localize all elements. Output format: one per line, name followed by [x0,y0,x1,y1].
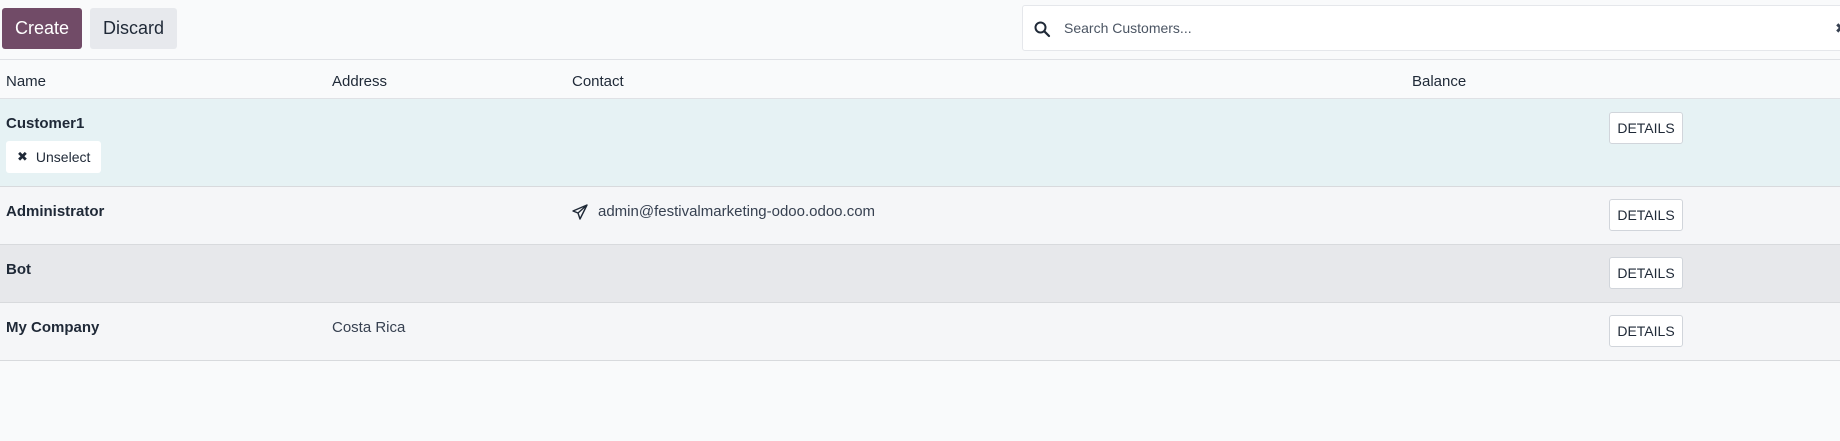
column-header-balance: Balance [1412,73,1467,90]
customer-name: Administrator [6,203,105,220]
contact-email: admin@festivalmarketing-odoo.odoo.com [572,203,875,220]
unselect-button[interactable]: ✖ Unselect [6,141,101,173]
details-button[interactable]: DETAILS [1609,257,1683,289]
create-button[interactable]: Create [2,8,82,49]
customer-name: Customer1 [6,115,85,132]
column-header-address: Address [332,73,388,90]
column-header-contact: Contact [572,73,624,90]
table-header: Name Address Contact Balance [0,60,1840,99]
customer-name: My Company [6,319,100,336]
table-row[interactable]: My Company Costa Rica DETAILS [0,303,1840,361]
close-icon: ✖ [17,149,28,164]
close-icon[interactable]: ✖ [1835,20,1840,37]
customer-address: Costa Rica [332,319,406,336]
search-input[interactable]: Search Customers... ✖ [1022,5,1840,51]
discard-button[interactable]: Discard [90,8,177,49]
details-button[interactable]: DETAILS [1609,315,1683,347]
contact-email-text: admin@festivalmarketing-odoo.odoo.com [598,203,876,220]
control-bar: Create Discard Search Customers... ✖ [0,0,1840,60]
paper-plane-icon [572,203,588,220]
customer-name: Bot [6,261,31,278]
search-placeholder: Search Customers... [1064,20,1192,36]
table-row[interactable]: Customer1 ✖ Unselect DETAILS [0,99,1840,187]
unselect-label: Unselect [35,149,91,165]
details-button[interactable]: DETAILS [1609,199,1683,231]
column-header-name: Name [6,73,47,90]
search-icon [1034,21,1051,38]
table-row[interactable]: Administrator admin@festivalmarketing-od… [0,187,1840,245]
details-button[interactable]: DETAILS [1609,112,1683,144]
table-row[interactable]: Bot DETAILS [0,245,1840,303]
